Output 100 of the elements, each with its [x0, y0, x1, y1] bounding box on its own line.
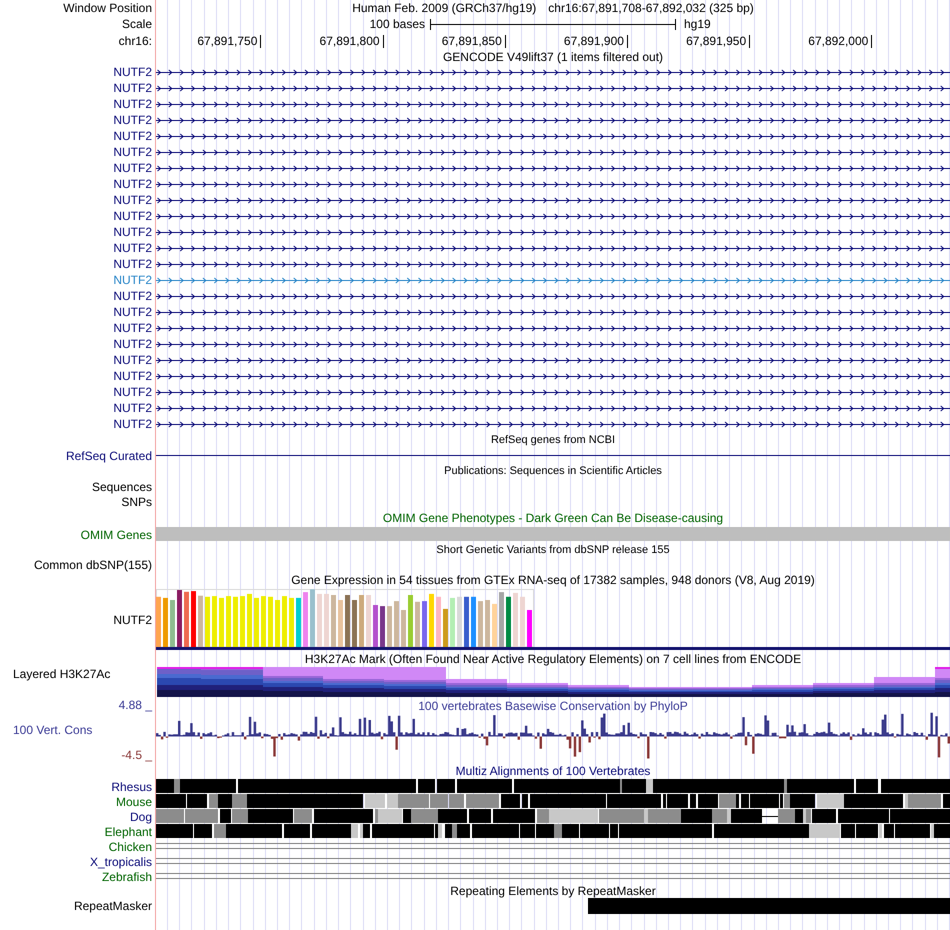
expression-bar: [401, 610, 406, 647]
expression-bar: [506, 596, 511, 647]
expression-bar: [317, 594, 322, 647]
expression-bar: [366, 595, 371, 647]
expression-bar: [464, 596, 469, 647]
expression-bar: [338, 600, 343, 647]
transcript-label: NUTF2: [113, 66, 152, 78]
transcript-label: NUTF2: [113, 370, 152, 382]
expression-bar: [163, 598, 168, 647]
expression-bar: [275, 600, 280, 647]
track-label: RepeatMasker: [74, 900, 152, 912]
track-title: H3K27Ac Mark (Often Found Near Active Regulatory Elements) on 7 cell lines from ENCODE: [304, 653, 802, 665]
transcript-label: NUTF2: [113, 242, 152, 254]
expression-bar: [191, 591, 196, 647]
expression-bar: [380, 606, 385, 647]
transcript-label: NUTF2: [113, 258, 152, 270]
species-label: Elephant: [104, 826, 152, 838]
expression-bar: [450, 598, 455, 647]
transcript-label: NUTF2: [113, 402, 152, 414]
expression-bar: [436, 596, 441, 647]
transcript-label: NUTF2: [113, 114, 152, 126]
expression-bar: [261, 596, 266, 647]
track-title: Short Genetic Variants from dbSNP release 155: [436, 544, 670, 556]
transcript-label: NUTF2: [113, 290, 152, 302]
expression-bar: [303, 592, 308, 647]
position-text: chr16:67,891,708-67,892,032 (325 bp): [548, 2, 754, 14]
expression-bar: [492, 604, 497, 647]
transcript-label: NUTF2: [113, 354, 152, 366]
transcript-label: NUTF2: [113, 418, 152, 430]
species-label: Rhesus: [111, 780, 152, 792]
expression-bar: [443, 608, 448, 647]
expression-bar: [331, 595, 336, 647]
species-label: Mouse: [116, 796, 152, 808]
transcript-label: NUTF2: [113, 130, 152, 142]
expression-bar: [345, 595, 350, 647]
track-label: chr16:: [118, 35, 152, 47]
expression-bar: [310, 589, 315, 647]
expression-bar: [408, 595, 413, 647]
expression-bar: [240, 596, 245, 647]
expression-bar: [170, 600, 175, 647]
transcript-label: NUTF2: [113, 162, 152, 174]
expression-bar: [422, 601, 427, 647]
track-label: Layered H3K27Ac: [13, 668, 110, 680]
assembly-title: Human Feb. 2009 (GRCh37/hg19): [352, 2, 536, 14]
track-label: SNPs: [121, 496, 152, 508]
expression-bar: [478, 601, 483, 647]
expression-bar: [429, 594, 434, 647]
ruler-label: 67,891,750: [197, 35, 258, 47]
transcript-label: NUTF2: [113, 82, 152, 94]
expression-bar: [520, 596, 525, 647]
expression-bar: [387, 606, 392, 647]
transcript-label: NUTF2: [113, 146, 152, 158]
transcript-label: NUTF2: [113, 178, 152, 190]
transcript-label: NUTF2: [113, 210, 152, 222]
transcript-label: NUTF2: [113, 226, 152, 238]
track-label: Sequences: [92, 480, 152, 492]
track-label: OMIM Genes: [80, 528, 152, 540]
track-label: NUTF2: [113, 614, 152, 626]
track-title: RefSeq genes from NCBI: [490, 434, 616, 446]
expression-bar: [289, 598, 294, 647]
track-title: Gene Expression in 54 tissues from GTEx RNA-seq of 17382 samples, 948 donors (V8, Aug 2019): [291, 574, 815, 586]
track-title: Multiz Alignments of 100 Vertebrates: [456, 764, 650, 776]
track-title: 100 vertebrates Basewise Conservation by PhyloP: [418, 700, 688, 712]
transcript-label: NUTF2: [113, 194, 152, 206]
transcript-label: NUTF2: [113, 98, 152, 110]
transcript-label: NUTF2: [113, 386, 152, 398]
scale-db: hg19: [684, 18, 711, 30]
expression-bar: [219, 598, 224, 647]
expression-bar: [359, 595, 364, 647]
species-label: Chicken: [108, 840, 152, 852]
expression-bar: [198, 596, 203, 647]
expression-bar: [212, 596, 217, 647]
ruler-label: 67,891,850: [442, 35, 502, 47]
expression-bar: [282, 596, 287, 647]
expression-bar: [485, 600, 490, 647]
transcript-label: NUTF2: [113, 322, 152, 334]
expression-bar: [513, 592, 518, 647]
expression-bar: [415, 602, 420, 647]
track-label: Common dbSNP(155): [34, 559, 152, 571]
track-title: OMIM Gene Phenotypes - Dark Green Can Be Disease-causing: [382, 512, 724, 524]
track-title: GENCODE V49lift37 (1 items filtered out): [442, 51, 664, 63]
track-label: 100 Vert. Cons: [13, 724, 92, 737]
transcript-label: NUTF2: [113, 274, 152, 286]
expression-bar: [471, 596, 476, 647]
expression-bar: [184, 592, 189, 647]
expression-bar: [527, 610, 532, 647]
species-label: Dog: [130, 810, 152, 822]
expression-bar: [394, 601, 399, 647]
expression-bar: [247, 594, 252, 647]
track-label: Window Position: [63, 2, 152, 14]
expression-bar: [499, 592, 504, 647]
species-label: X_tropicalis: [90, 856, 152, 868]
expression-bar: [324, 594, 329, 647]
track-label: RefSeq Curated: [66, 450, 152, 462]
ruler-label: 67,891,950: [686, 35, 746, 47]
ruler-label: 67,892,000: [808, 35, 868, 47]
axis-max-label: 4.88 _: [118, 699, 152, 712]
expression-bar: [268, 596, 273, 647]
expression-bar: [226, 596, 231, 647]
expression-bar: [205, 596, 210, 647]
